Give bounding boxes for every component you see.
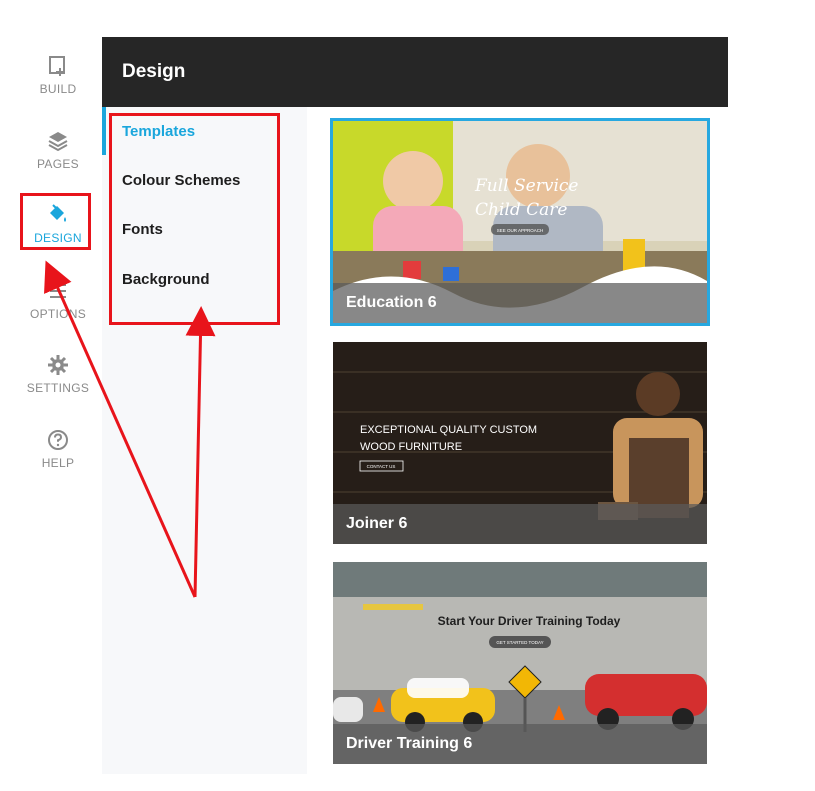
template-headline-2: Child Care [475,200,567,220]
template-headline-1: Full Service [474,176,578,196]
submenu-templates[interactable]: Templates [122,123,195,140]
template-cta: GET STARTED TODAY [496,640,543,645]
add-page-icon [49,56,65,76]
submenu-fonts[interactable]: Fonts [122,221,163,238]
nav-design-label: DESIGN [34,231,82,245]
nav-build-label: BUILD [39,82,77,96]
left-nav-rail: BUILD PAGES DESIGN OPTIONS SETTINGS HELP [0,0,102,791]
nav-options-label: OPTIONS [29,307,87,321]
nav-design[interactable]: DESIGN [22,203,94,263]
nav-pages-label: PAGES [37,157,79,171]
template-name: Driver Training 6 [333,724,707,764]
gear-icon [48,355,68,375]
template-name: Education 6 [333,283,707,323]
template-headline-2: WOOD FURNITURE [360,441,462,453]
nav-pages[interactable]: PAGES [22,129,94,189]
template-card-joiner[interactable]: EXCEPTIONAL QUALITY CUSTOM WOOD FURNITUR… [333,342,707,544]
template-cta: SEE OUR APPROACH [497,228,544,233]
template-name: Joiner 6 [333,504,707,544]
nav-settings[interactable]: SETTINGS [22,353,94,413]
design-submenu: Templates Colour Schemes Fonts Backgroun… [102,107,307,774]
template-headline-1: EXCEPTIONAL QUALITY CUSTOM [360,424,537,436]
template-cta: CONTACT US [367,464,396,469]
submenu-active-indicator [102,107,106,155]
nav-help-label: HELP [41,456,75,470]
list-icon [50,284,66,298]
nav-build[interactable]: BUILD [22,54,94,114]
template-card-driver-training[interactable]: Start Your Driver Training Today GET STA… [333,562,707,764]
help-circle-icon [48,430,68,450]
paint-bucket-icon [50,204,66,222]
nav-help[interactable]: HELP [22,428,94,488]
design-panel-header: Design [102,37,728,107]
nav-options[interactable]: OPTIONS [22,279,94,339]
layers-icon [48,132,68,152]
template-headline-1: Start Your Driver Training Today [438,614,621,628]
submenu-background[interactable]: Background [122,271,210,288]
panel-title: Design [122,61,186,82]
template-card-education[interactable]: Full Service Child Care SEE OUR APPROACH… [330,118,710,326]
nav-settings-label: SETTINGS [26,381,90,395]
submenu-colour-schemes[interactable]: Colour Schemes [122,172,240,189]
